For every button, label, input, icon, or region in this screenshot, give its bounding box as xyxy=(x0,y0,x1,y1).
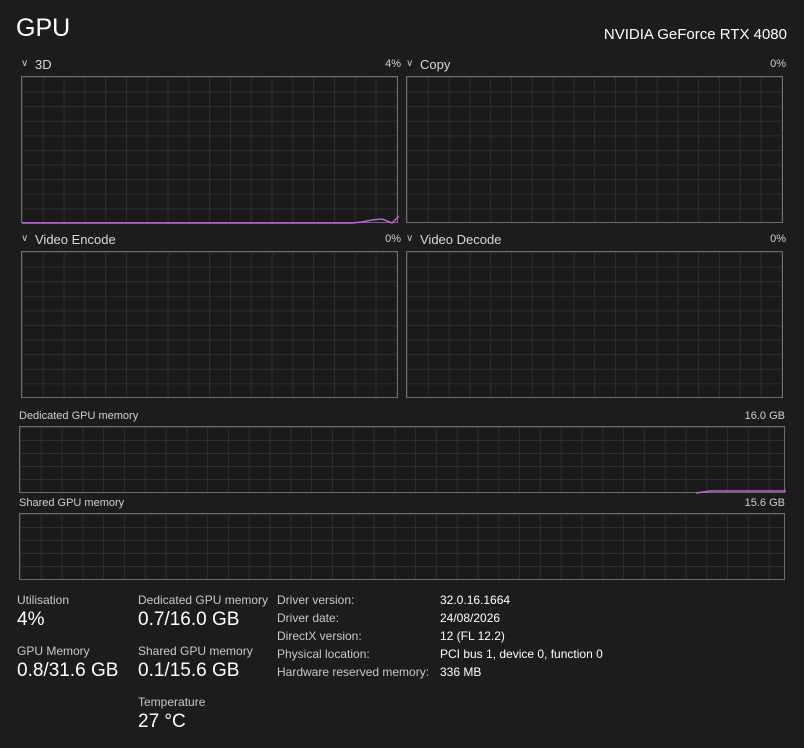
stat-label: Utilisation xyxy=(17,593,70,607)
gpu-model-name: NVIDIA GeForce RTX 4080 xyxy=(603,26,787,43)
detail-driver-version-label: Driver version: xyxy=(277,593,355,607)
detail-physical-location-label: Physical location: xyxy=(277,647,370,661)
shared-memory-label: Shared GPU memory xyxy=(19,497,125,509)
engine-label: Video Encode xyxy=(35,231,116,247)
dedicated-memory-label: Dedicated GPU memory xyxy=(19,410,139,422)
engine-percent: 0% xyxy=(770,233,786,245)
stat-dedicated-memory: Dedicated GPU memory 0.7/16.0 GB xyxy=(138,593,268,631)
page-title: GPU xyxy=(16,14,71,42)
engine-graph-copy xyxy=(406,76,783,223)
usage-line xyxy=(695,490,786,494)
stat-value: 27 °C xyxy=(138,711,186,732)
engine-header-video-encode[interactable]: ∨ Video Encode 0% xyxy=(21,231,401,247)
detail-reserved-memory-value: 336 MB xyxy=(440,665,482,679)
stat-value: 4% xyxy=(17,609,45,630)
shared-memory-max: 15.6 GB xyxy=(744,497,785,509)
stat-shared-memory: Shared GPU memory 0.1/15.6 GB xyxy=(138,644,253,682)
chevron-down-icon[interactable]: ∨ xyxy=(21,233,30,244)
engine-graph-video-encode xyxy=(21,251,398,398)
stat-value: 0.8/31.6 GB xyxy=(17,660,119,681)
engine-percent: 0% xyxy=(385,233,401,245)
stat-temperature: Temperature 27 °C xyxy=(138,695,205,733)
engine-header-3d[interactable]: ∨ 3D 4% xyxy=(21,56,401,72)
usage-line xyxy=(22,215,399,224)
detail-directx-label: DirectX version: xyxy=(277,629,362,643)
stat-label: Temperature xyxy=(138,695,206,709)
stat-value: 0.1/15.6 GB xyxy=(138,660,240,681)
detail-driver-date-value: 24/08/2026 xyxy=(440,611,501,625)
stat-label: Dedicated GPU memory xyxy=(138,593,269,607)
shared-memory-header: Shared GPU memory 15.6 GB xyxy=(19,497,785,509)
dedicated-memory-max: 16.0 GB xyxy=(744,410,785,422)
engine-header-video-decode[interactable]: ∨ Video Decode 0% xyxy=(406,231,786,247)
detail-reserved-memory-label: Hardware reserved memory: xyxy=(277,665,430,679)
detail-driver-date-label: Driver date: xyxy=(277,611,340,625)
detail-physical-location-value: PCI bus 1, device 0, function 0 xyxy=(440,647,603,661)
chevron-down-icon[interactable]: ∨ xyxy=(406,233,415,244)
detail-driver-version-value: 32.0.16.1664 xyxy=(440,593,511,607)
stat-value: 0.7/16.0 GB xyxy=(138,609,240,630)
engine-label: 3D xyxy=(35,56,52,72)
detail-directx-value: 12 (FL 12.2) xyxy=(440,629,505,643)
engine-header-copy[interactable]: ∨ Copy 0% xyxy=(406,56,786,72)
engine-percent: 0% xyxy=(770,58,786,70)
stat-gpu-memory: GPU Memory 0.8/31.6 GB xyxy=(17,644,118,682)
engine-graph-3d xyxy=(21,76,399,224)
engine-label: Copy xyxy=(420,56,451,72)
shared-memory-graph xyxy=(19,513,785,580)
stat-utilisation: Utilisation 4% xyxy=(17,593,69,631)
chevron-down-icon[interactable]: ∨ xyxy=(21,58,30,69)
stat-label: Shared GPU memory xyxy=(138,644,253,658)
dedicated-memory-header: Dedicated GPU memory 16.0 GB xyxy=(19,410,785,422)
dedicated-memory-graph xyxy=(19,426,786,494)
engine-graph-video-decode xyxy=(406,251,783,398)
chevron-down-icon[interactable]: ∨ xyxy=(406,58,415,69)
stat-label: GPU Memory xyxy=(17,644,90,658)
engine-percent: 4% xyxy=(385,58,401,70)
engine-label: Video Decode xyxy=(420,231,502,247)
